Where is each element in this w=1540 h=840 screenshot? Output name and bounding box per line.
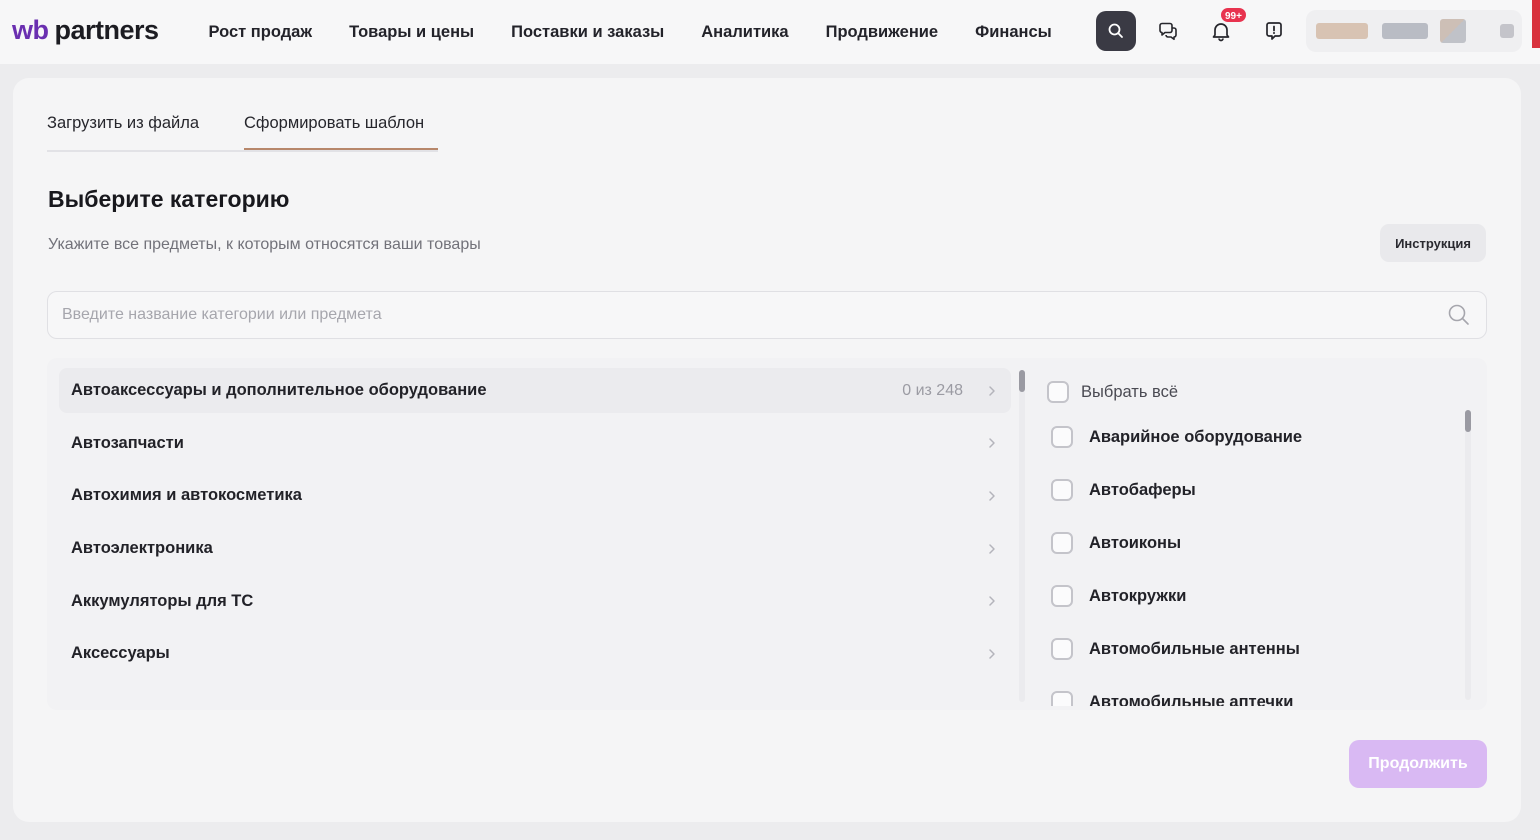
- upload-mode-tabs: Загрузить из файла Сформировать шаблон: [47, 106, 438, 152]
- feedback-button[interactable]: [1254, 11, 1294, 51]
- wb-partners-logo[interactable]: wb partners: [12, 14, 159, 46]
- subject-checkbox[interactable]: [1051, 426, 1073, 448]
- top-navigation-bar: wb partners Рост продаж Товары и цены По…: [0, 0, 1540, 64]
- nav-item-promotion[interactable]: Продвижение: [807, 0, 957, 64]
- chevron-right-icon: [989, 543, 995, 554]
- search-icon: [1108, 23, 1123, 38]
- subject-checkbox-row[interactable]: Автокружки: [1051, 584, 1186, 608]
- subject-label: Автомобильные антенны: [1089, 639, 1300, 658]
- category-search-input[interactable]: [62, 306, 1446, 324]
- notifications-badge: 99+: [1219, 6, 1248, 24]
- subject-checkbox-row[interactable]: Автоиконы: [1051, 531, 1181, 555]
- select-all-checkbox-row[interactable]: Выбрать всё: [1047, 380, 1178, 404]
- tab-build-template[interactable]: Сформировать шаблон: [244, 106, 438, 150]
- subject-checkbox[interactable]: [1051, 585, 1073, 607]
- subject-label: Автомобильные аптечки: [1089, 692, 1294, 707]
- main-nav: Рост продаж Товары и цены Поставки и зак…: [190, 0, 1070, 64]
- chevron-right-icon: [989, 491, 995, 501]
- profile-name-blurred: [1382, 23, 1428, 39]
- chat-icon: [1159, 22, 1177, 41]
- page-title: Выберите категорию: [48, 186, 290, 212]
- category-row[interactable]: Автоэлектроника: [59, 526, 1011, 571]
- subject-checkbox-row[interactable]: Автомобильные антенны: [1051, 637, 1300, 661]
- page-subtitle: Укажите все предметы, к которым относятс…: [48, 236, 481, 253]
- category-name: Автозапчасти: [71, 433, 184, 452]
- logo-wb: wb: [12, 15, 49, 45]
- continue-button[interactable]: Продолжить: [1349, 740, 1487, 788]
- category-list-scrollbar[interactable]: [1019, 370, 1025, 702]
- select-all-checkbox[interactable]: [1047, 381, 1069, 403]
- subject-checkbox-row[interactable]: Автобаферы: [1051, 478, 1196, 502]
- category-picker-panel: Автоаксессуары и дополнительное оборудов…: [47, 358, 1487, 710]
- subject-list-scrollbar[interactable]: [1465, 410, 1471, 700]
- profile-avatar-blurred: [1316, 23, 1368, 39]
- category-name: Аккумуляторы для ТС: [71, 591, 254, 610]
- profile-extra-blurred: [1500, 24, 1514, 38]
- search-icon[interactable]: [1446, 302, 1472, 328]
- subject-checkbox[interactable]: [1051, 691, 1073, 706]
- subject-label: Аварийное оборудование: [1089, 427, 1303, 446]
- category-row[interactable]: Аккумуляторы для ТС: [59, 579, 1011, 624]
- nav-item-analytics[interactable]: Аналитика: [683, 0, 807, 64]
- scrollbar-thumb[interactable]: [1019, 370, 1025, 392]
- subject-list[interactable]: Выбрать всё Аварийное оборудование Автоб…: [1047, 372, 1467, 706]
- logo-partners: partners: [54, 15, 160, 45]
- subject-label: Автоиконы: [1089, 533, 1182, 552]
- global-search-button[interactable]: [1096, 11, 1136, 51]
- nav-item-products-prices[interactable]: Товары и цены: [331, 0, 493, 64]
- nav-item-sales-growth[interactable]: Рост продаж: [190, 0, 331, 64]
- instructions-button[interactable]: Инструкция: [1380, 224, 1486, 262]
- nav-item-supplies-orders[interactable]: Поставки и заказы: [493, 0, 683, 64]
- category-name: Аксессуары: [71, 644, 170, 663]
- category-selected-count: 0 из 248: [902, 381, 963, 399]
- tab-upload-from-file[interactable]: Загрузить из файла: [47, 106, 244, 150]
- chevron-right-icon: [989, 385, 995, 396]
- subject-checkbox[interactable]: [1051, 532, 1073, 554]
- category-row[interactable]: Аксессуары: [59, 631, 1011, 676]
- category-name: Автоаксессуары и дополнительное оборудов…: [71, 381, 487, 399]
- category-row[interactable]: Автохимия и автокосметика: [59, 473, 1011, 518]
- subject-label: Автобаферы: [1089, 480, 1196, 499]
- template-builder-card: Загрузить из файла Сформировать шаблон В…: [13, 78, 1521, 822]
- category-row[interactable]: Автоаксессуары и дополнительное оборудов…: [59, 368, 1011, 413]
- profile-id-blurred: [1440, 19, 1466, 43]
- category-list[interactable]: Автоаксессуары и дополнительное оборудов…: [59, 368, 1011, 708]
- feedback-icon: [1266, 22, 1282, 40]
- nav-item-finance[interactable]: Финансы: [957, 0, 1071, 64]
- subject-checkbox[interactable]: [1051, 638, 1073, 660]
- scrollbar-thumb[interactable]: [1465, 410, 1471, 432]
- subject-checkbox[interactable]: [1051, 479, 1073, 501]
- profile-menu[interactable]: [1306, 10, 1522, 52]
- subject-label: Автокружки: [1089, 586, 1187, 605]
- chevron-right-icon: [989, 596, 995, 606]
- select-all-label: Выбрать всё: [1081, 382, 1179, 401]
- category-search-field: [47, 291, 1487, 339]
- window-edge-marker: [1532, 0, 1540, 48]
- subject-checkbox-row[interactable]: Автомобильные аптечки: [1051, 690, 1293, 706]
- chevron-right-icon: [989, 438, 995, 448]
- subject-checkbox-row[interactable]: Аварийное оборудование: [1051, 425, 1302, 449]
- chevron-right-icon: [989, 649, 995, 659]
- category-name: Автоэлектроника: [71, 539, 213, 558]
- category-row[interactable]: Автозапчасти: [59, 421, 1011, 466]
- category-name: Автохимия и автокосметика: [71, 486, 302, 505]
- chat-button[interactable]: [1148, 11, 1188, 51]
